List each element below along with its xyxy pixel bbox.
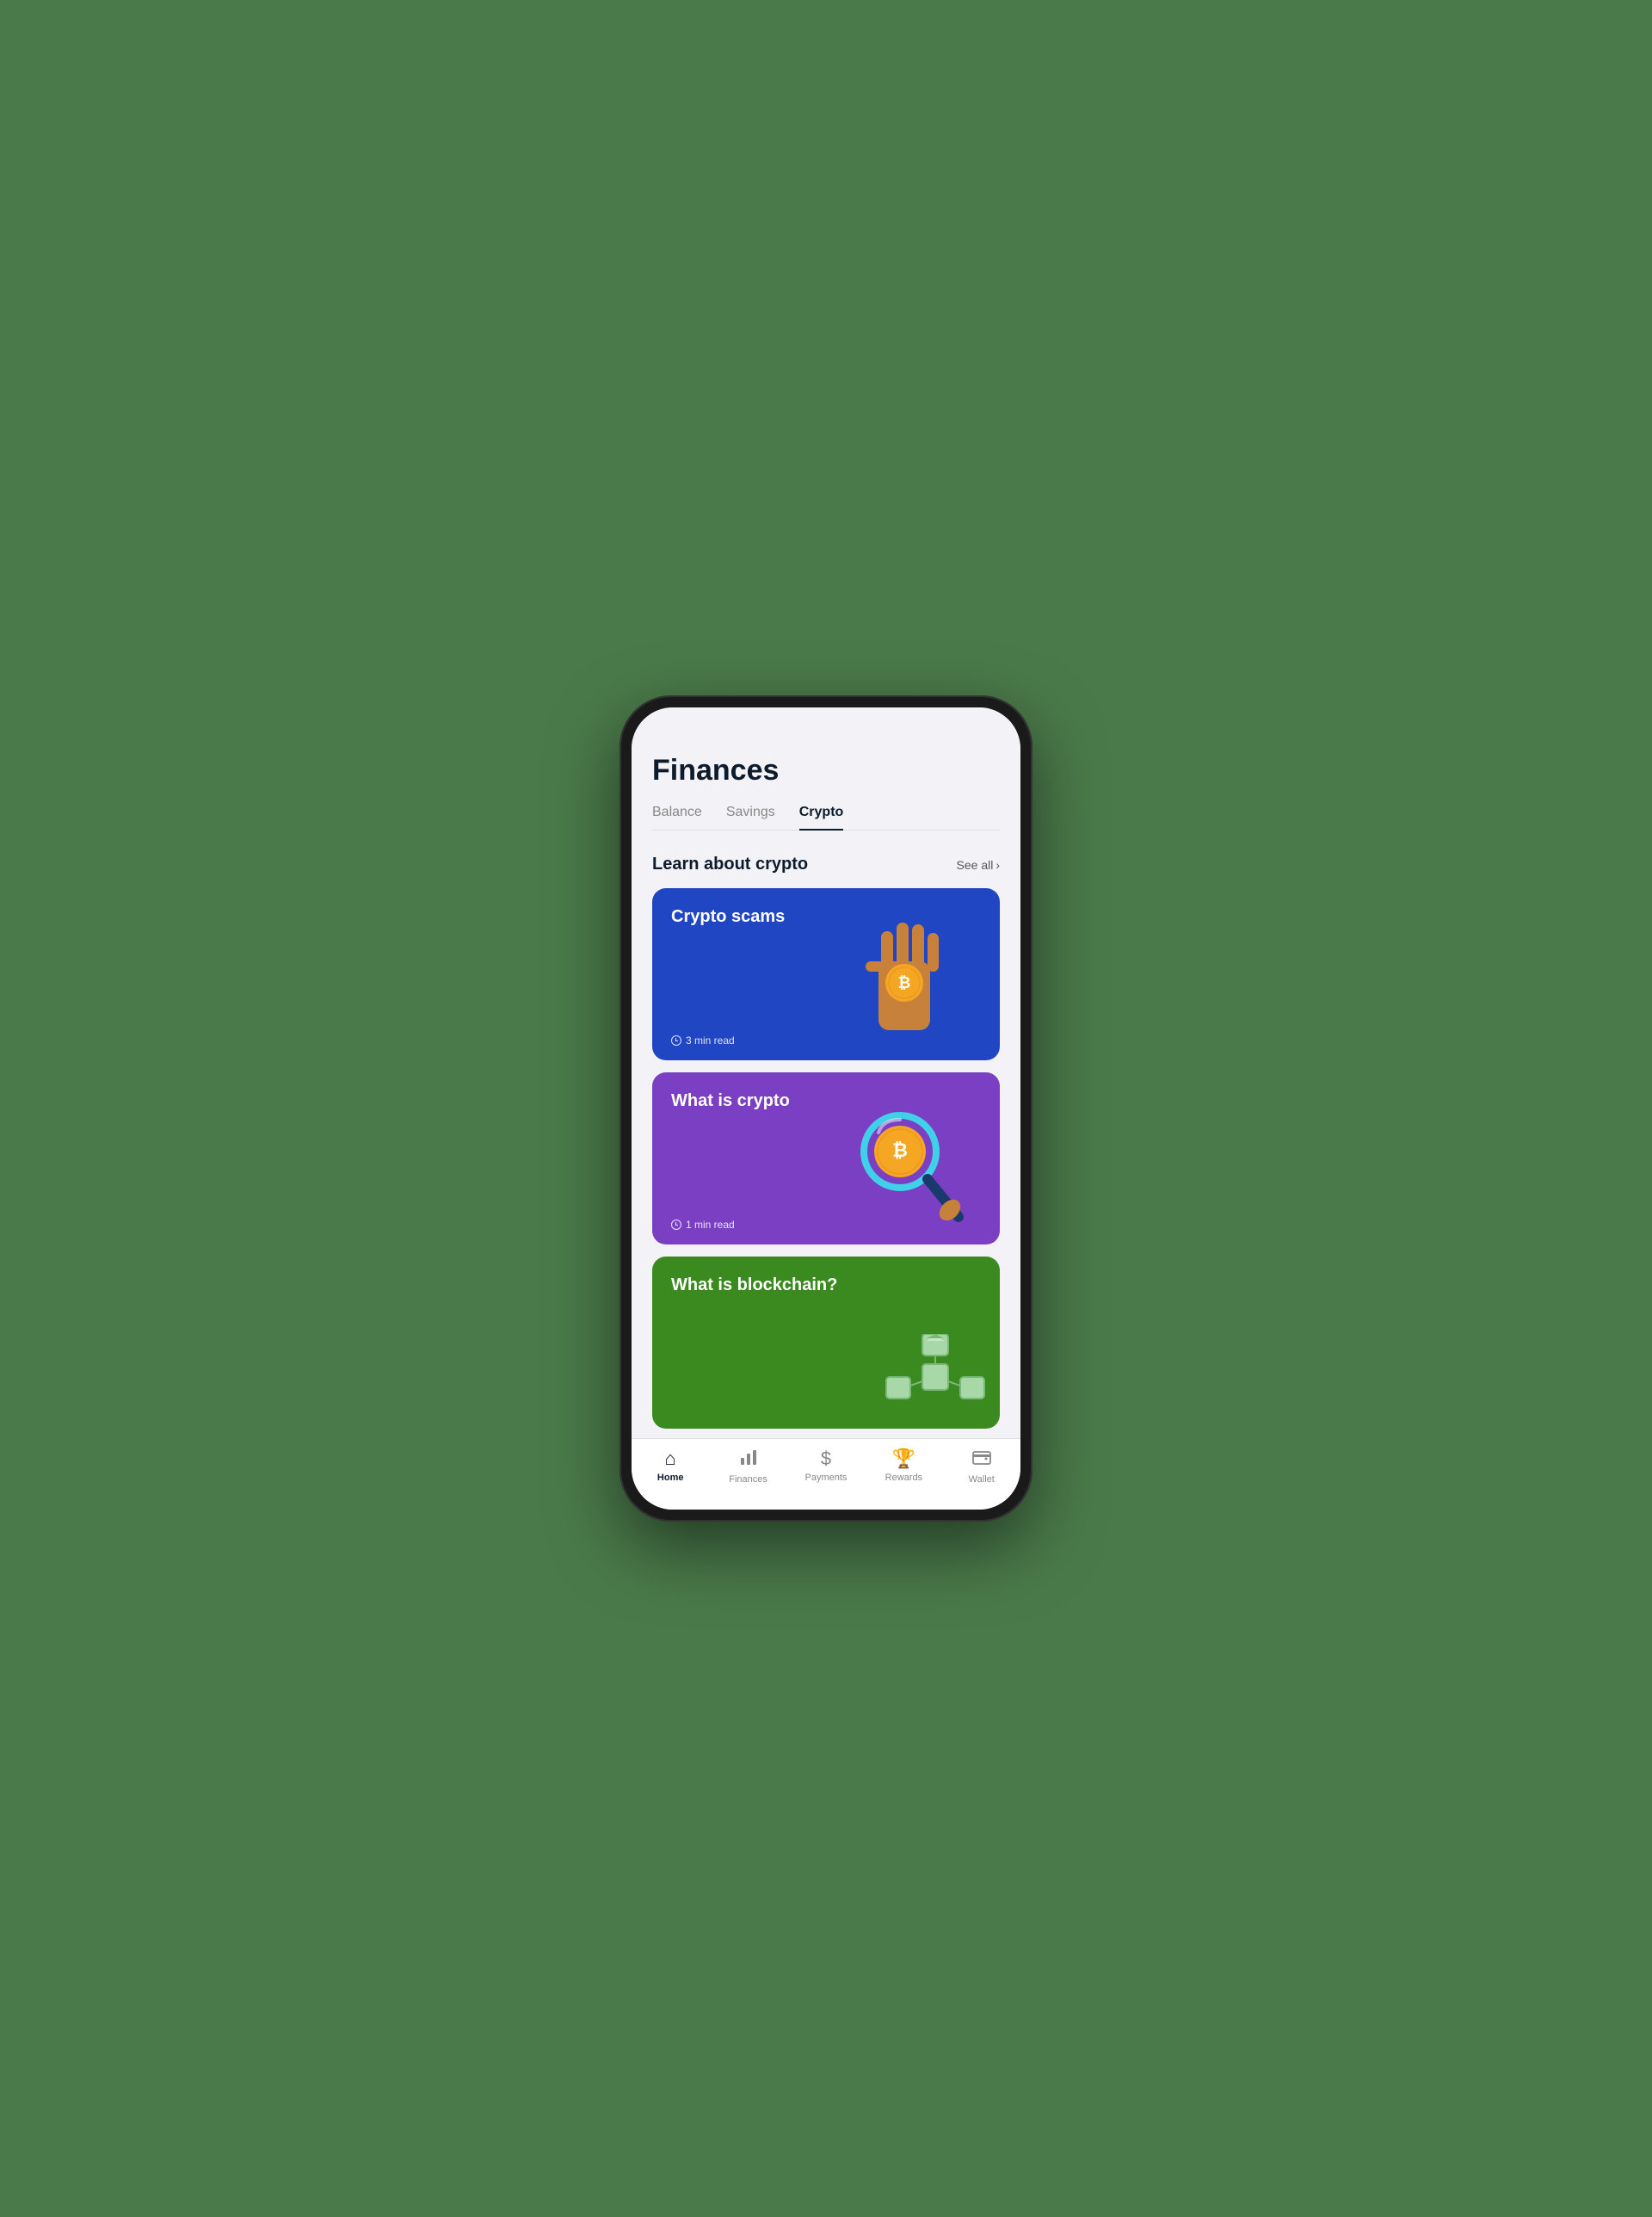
nav-finances-label: Finances — [729, 1474, 767, 1485]
trophy-icon: 🏆 — [892, 1448, 915, 1470]
hand-coin-illustration: ₿ — [809, 888, 1000, 1060]
see-all-link[interactable]: See all › — [957, 858, 1000, 872]
page-title: Finances — [652, 754, 1000, 787]
dollar-icon: $ — [821, 1448, 831, 1470]
wallet-icon — [972, 1448, 991, 1472]
status-bar — [632, 707, 1020, 745]
nav-payments-label: Payments — [805, 1473, 848, 1483]
card-readtime-what-is-crypto: 1 min read — [671, 1219, 735, 1231]
card-what-is-crypto[interactable]: What is crypto ₿ — [652, 1072, 1000, 1244]
nav-rewards[interactable]: 🏆 Rewards — [878, 1448, 929, 1483]
phone-screen: Finances Balance Savings Crypto Learn ab… — [632, 707, 1020, 1510]
nav-payments[interactable]: $ Payments — [800, 1448, 852, 1483]
card-title-what-is-crypto: What is crypto — [671, 1091, 790, 1111]
nav-wallet-label: Wallet — [969, 1474, 995, 1485]
svg-text:₿: ₿ — [892, 1139, 908, 1161]
tab-crypto[interactable]: Crypto — [799, 805, 844, 831]
card-title-crypto-scams: Crypto scams — [671, 907, 785, 927]
magnifier-coin-illustration: ₿ — [809, 1072, 1000, 1244]
bottom-nav: ⌂ Home Finances $ Payments 🏆 R — [632, 1438, 1020, 1510]
chart-icon — [739, 1448, 758, 1472]
chevron-right-icon: › — [996, 858, 1000, 872]
tab-bar: Balance Savings Crypto — [652, 805, 1000, 831]
content-area: Finances Balance Savings Crypto Learn ab… — [632, 745, 1020, 1438]
cards-list: Crypto scams — [652, 888, 1000, 1438]
section-header: Learn about crypto See all › — [652, 855, 1000, 874]
svg-text:₿: ₿ — [898, 974, 911, 991]
nav-home[interactable]: ⌂ Home — [644, 1448, 696, 1483]
nav-wallet[interactable]: Wallet — [956, 1448, 1008, 1485]
nav-rewards-label: Rewards — [885, 1473, 922, 1483]
section-title: Learn about crypto — [652, 855, 808, 874]
card-crypto-scams[interactable]: Crypto scams — [652, 888, 1000, 1060]
card-title-what-is-blockchain: What is blockchain? — [671, 1275, 837, 1295]
tab-balance[interactable]: Balance — [652, 805, 702, 831]
card-what-is-blockchain[interactable]: What is blockchain? — [652, 1257, 1000, 1429]
nav-home-label: Home — [657, 1473, 684, 1483]
card-readtime-crypto-scams: 3 min read — [671, 1034, 735, 1047]
tab-savings[interactable]: Savings — [726, 805, 775, 831]
phone-frame: Finances Balance Savings Crypto Learn ab… — [620, 695, 1032, 1522]
clock-icon — [671, 1035, 681, 1046]
nav-finances[interactable]: Finances — [723, 1448, 774, 1485]
home-icon: ⌂ — [665, 1448, 676, 1470]
clock-icon-2 — [671, 1220, 681, 1230]
